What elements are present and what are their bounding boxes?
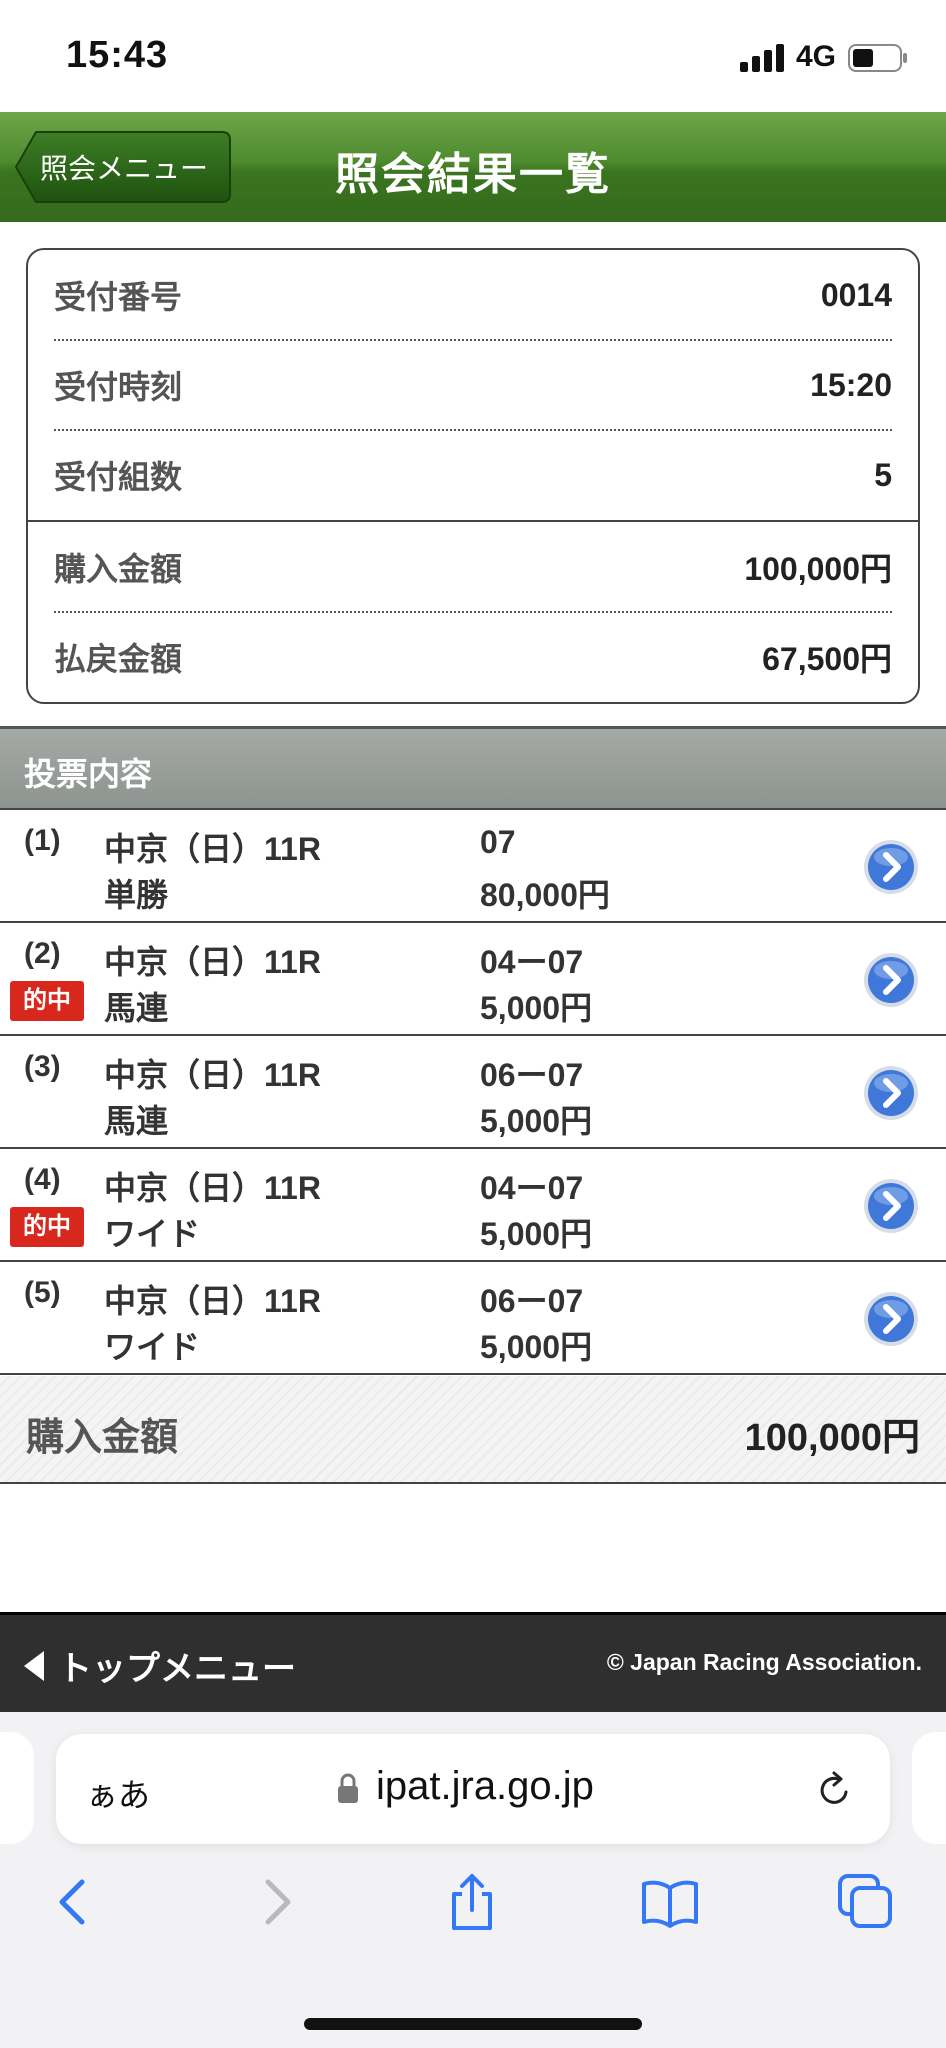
summary-row-payout-amount: 払戻金額 67,500円 [54, 612, 892, 702]
bet-amount: 80,000円 [480, 877, 610, 913]
battery-icon [848, 44, 907, 72]
summary-label: 受付番号 [54, 279, 183, 315]
bet-combination: 04ー07 [480, 944, 584, 980]
summary-row-receipt-time: 受付時刻 15:20 [54, 340, 892, 430]
bet-race: 中京（日）11R [104, 831, 321, 867]
bet-amount: 5,000円 [480, 1216, 593, 1252]
bet-number: (5) [24, 1276, 61, 1309]
forward-arrow-icon[interactable] [246, 1872, 306, 1932]
bet-type: ワイド [104, 1329, 201, 1365]
total-amount-row: 購入金額 100,000円 [0, 1376, 946, 1484]
previous-tab-preview[interactable] [0, 1732, 34, 1844]
network-type: 4G [796, 40, 837, 73]
chevron-right-circle-icon[interactable] [862, 1064, 920, 1122]
lock-icon [338, 1773, 358, 1803]
chevron-right-circle-icon[interactable] [862, 1290, 920, 1348]
chevron-right-circle-icon[interactable] [862, 838, 920, 896]
bet-number: (2) [24, 937, 61, 970]
summary-value: 67,500円 [762, 641, 892, 677]
bookmarks-icon[interactable] [640, 1872, 700, 1932]
page-footer: トップメニュー © Japan Racing Association. [0, 1612, 946, 1712]
summary-label: 受付組数 [54, 459, 183, 495]
bet-race: 中京（日）11R [104, 1283, 321, 1319]
tabs-icon[interactable] [836, 1872, 896, 1932]
bet-row[interactable]: (2) 的中 中京（日）11R 馬連 04ー07 5,000円 [0, 923, 946, 1036]
bet-combination: 04ー07 [480, 1170, 584, 1206]
url-host: ipat.jra.go.jp [376, 1764, 594, 1808]
summary-label: 払戻金額 [54, 641, 183, 677]
bet-combination: 06ー07 [480, 1283, 584, 1319]
address-bar[interactable]: ぁあ ipat.jra.go.jp [56, 1734, 890, 1844]
bet-amount: 5,000円 [480, 1103, 593, 1139]
page-header: 照会メニュー 照会結果一覧 [0, 112, 946, 222]
share-icon[interactable] [442, 1872, 502, 1932]
summary-label: 受付時刻 [54, 369, 183, 405]
next-tab-preview[interactable] [912, 1732, 946, 1844]
summary-label: 購入金額 [54, 551, 183, 587]
bet-row[interactable]: (4) 的中 中京（日）11R ワイド 04ー07 5,000円 [0, 1149, 946, 1262]
back-arrow-icon[interactable] [44, 1872, 104, 1932]
summary-value: 100,000円 [744, 551, 892, 587]
bet-race: 中京（日）11R [104, 1057, 321, 1093]
home-indicator [304, 2018, 642, 2030]
copyright-text: © Japan Racing Association. [606, 1649, 922, 1675]
bet-number: (4) [24, 1163, 61, 1196]
triangle-left-icon [24, 1650, 44, 1681]
bet-row[interactable]: (5) 中京（日）11R ワイド 06ー07 5,000円 [0, 1262, 946, 1375]
reload-icon[interactable] [812, 1768, 856, 1812]
top-menu-label: トップメニュー [58, 1650, 296, 1688]
summary-row-receipt-number: 受付番号 0014 [54, 250, 892, 340]
section-header-bets: 投票内容 [0, 726, 946, 810]
status-bar: 15:43 4G [0, 0, 946, 112]
signal-icon [740, 44, 784, 72]
summary-card: 受付番号 0014 受付時刻 15:20 受付組数 5 購入金額 100,000… [26, 248, 920, 704]
bet-amount: 5,000円 [480, 1329, 593, 1365]
section-title: 投票内容 [24, 756, 153, 792]
summary-row-purchase-amount: 購入金額 100,000円 [54, 522, 892, 612]
bet-amount: 5,000円 [480, 990, 593, 1026]
summary-row-receipt-count: 受付組数 5 [54, 430, 892, 520]
reader-settings-button[interactable]: ぁあ [86, 1770, 150, 1816]
browser-toolbar [0, 1872, 946, 1962]
bet-combination: 07 [480, 824, 516, 860]
top-menu-link[interactable]: トップメニュー [22, 1641, 296, 1690]
browser-chrome: ぁあ ipat.jra.go.jp [0, 1712, 946, 2048]
bet-race: 中京（日）11R [104, 944, 321, 980]
bet-type: ワイド [104, 1216, 201, 1252]
chevron-right-circle-icon[interactable] [862, 951, 920, 1009]
summary-value: 15:20 [810, 366, 892, 403]
hit-badge: 的中 [10, 1207, 84, 1247]
bet-type: 馬連 [104, 1103, 169, 1139]
bet-type: 単勝 [104, 877, 169, 913]
bet-row[interactable]: (1) 中京（日）11R 単勝 07 80,000円 [0, 810, 946, 923]
summary-value: 5 [874, 456, 892, 493]
total-value: 100,000円 [744, 1417, 920, 1459]
bet-type: 馬連 [104, 990, 169, 1026]
bet-number: (3) [24, 1050, 61, 1083]
bet-number: (1) [24, 824, 61, 857]
summary-value: 0014 [820, 276, 892, 313]
bet-race: 中京（日）11R [104, 1170, 321, 1206]
bet-row[interactable]: (3) 中京（日）11R 馬連 06ー07 5,000円 [0, 1036, 946, 1149]
hit-badge: 的中 [10, 981, 84, 1021]
back-button-label: 照会メニュー [40, 153, 209, 184]
status-time: 15:43 [66, 34, 169, 76]
chevron-right-circle-icon[interactable] [862, 1177, 920, 1235]
total-label: 購入金額 [26, 1417, 179, 1459]
bet-combination: 06ー07 [480, 1057, 584, 1093]
